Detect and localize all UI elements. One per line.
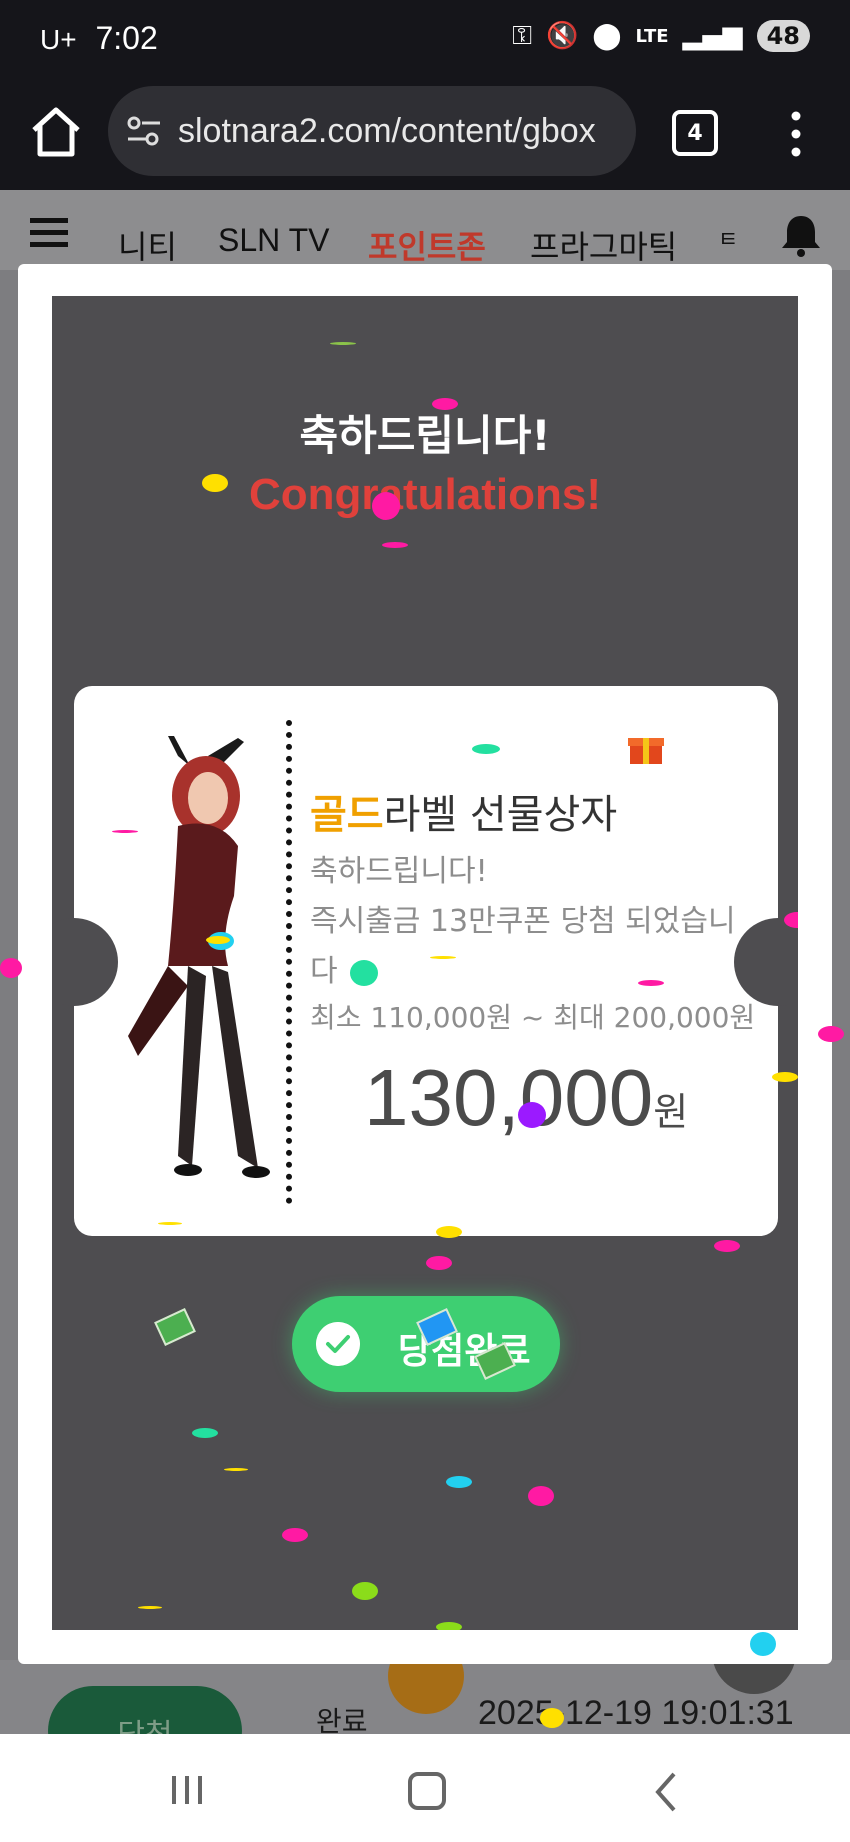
coupon-title-rest: 라벨 선물상자 [383,792,618,838]
nav-item-pragmatic[interactable]: 프라그마틱 [530,222,677,268]
check-icon [316,1322,360,1366]
confetti-piece [540,1708,564,1728]
confetti-piece [382,542,408,548]
confetti-piece [192,1428,218,1438]
site-navigation: 니티 SLN TV 포인트존 프라그마틱 ㅌ [0,190,850,270]
gift-box-icon [628,738,664,764]
back-icon[interactable] [654,1772,678,1812]
confetti-piece [446,1476,472,1488]
confetti-piece [224,1468,248,1471]
recent-apps-icon[interactable] [170,1774,204,1806]
confetti-piece [112,830,138,833]
nav-item-sln-tv[interactable]: SLN TV [218,222,329,259]
url-text: slotnara2.com/content/gbox [178,111,596,150]
carrier-label: U+ [40,24,77,55]
coupon-divider [286,720,292,1204]
confetti-piece [432,398,458,410]
home-button-icon[interactable] [408,1772,446,1810]
coupon-amount-value: 130,000 [364,1053,654,1142]
location-icon: ⬤ [592,21,622,51]
coupon-amount-unit: 원 [653,1092,689,1134]
site-settings-icon[interactable] [124,111,164,151]
hamburger-menu-icon[interactable] [30,218,68,248]
battery-indicator: 48 [756,20,810,52]
confetti-piece [206,936,230,944]
confetti-piece [436,1622,462,1630]
bell-icon[interactable] [780,212,822,258]
confetti-piece [330,342,356,345]
confetti-piece [138,1606,162,1609]
confetti-piece [518,1102,546,1128]
nav-item-point-zone[interactable]: 포인트존 [368,222,486,268]
coupon-title: 골드라벨 선물상자 [310,782,617,840]
status-bar: U+ 7:02 ⚿ 🔇 ⬤ LTE ▂▄▆ 48 [0,0,850,80]
mute-icon: 🔇 [546,21,579,51]
clock: 7:02 [95,20,158,56]
tab-switcher-button[interactable]: 4 [672,110,718,156]
money-icon [154,1308,196,1346]
nav-item-more[interactable]: ㅌ [718,222,738,254]
coupon-card: 골드라벨 선물상자 축하드립니다! 즉시출금 13만쿠폰 당첨 되었습니 다 최… [52,686,798,1236]
coupon-desc-line-2: 다 [310,954,338,989]
row-date: 2025-12-19 19:01:31 [478,1694,794,1732]
system-navigation-bar [0,1734,850,1842]
browser-toolbar: slotnara2.com/content/gbox 4 [0,80,850,190]
coupon-amount: 130,000원 [364,1052,688,1144]
confetti-piece [436,1226,462,1238]
nav-item-community[interactable]: 니티 [118,222,177,268]
confetti-piece [372,492,400,520]
status-time-area: U+ 7:02 [40,20,158,57]
coupon-desc-line: 즉시출금 13만쿠폰 당첨 되었습니 [310,904,736,939]
congrats-title-korean: 축하드립니다! [299,411,551,460]
confetti-piece [282,1528,308,1542]
bunny-character-illustration [128,736,270,1178]
confetti-piece [714,1240,740,1252]
more-menu-icon[interactable] [784,108,808,160]
coupon-congrats-line: 축하드립니다! [310,854,488,889]
confetti-piece [158,1222,182,1225]
network-label: LTE [635,25,669,47]
confetti-piece [0,958,22,978]
home-icon[interactable] [28,104,84,160]
coupon-range: 최소 110,000원 ~ 최대 200,000원 [310,1001,756,1034]
confetti-piece [528,1486,554,1506]
address-bar[interactable]: slotnara2.com/content/gbox [108,86,636,176]
congrats-title-english: Congratulations! [249,470,601,519]
signal-icon: ▂▄▆ [682,21,743,51]
coupon-notch-right [734,918,798,1006]
confetti-piece [202,474,228,492]
confetti-piece [818,1026,844,1042]
confetti-piece [426,1256,452,1270]
confetti-piece [638,980,664,986]
status-icons: ⚿ 🔇 ⬤ LTE ▂▄▆ 48 [512,20,810,52]
confetti-piece [350,960,378,986]
confetti-piece [772,1072,798,1082]
key-icon: ⚿ [512,20,533,51]
confetti-piece [472,744,500,754]
coupon-title-gold: 골드 [310,792,384,838]
confetti-piece [352,1582,378,1600]
confetti-piece [750,1632,776,1656]
confetti-piece [430,956,456,959]
reward-modal-content: 축하드립니다! Congratulations! 골드라벨 선물상자 축하드립니… [52,296,798,1630]
